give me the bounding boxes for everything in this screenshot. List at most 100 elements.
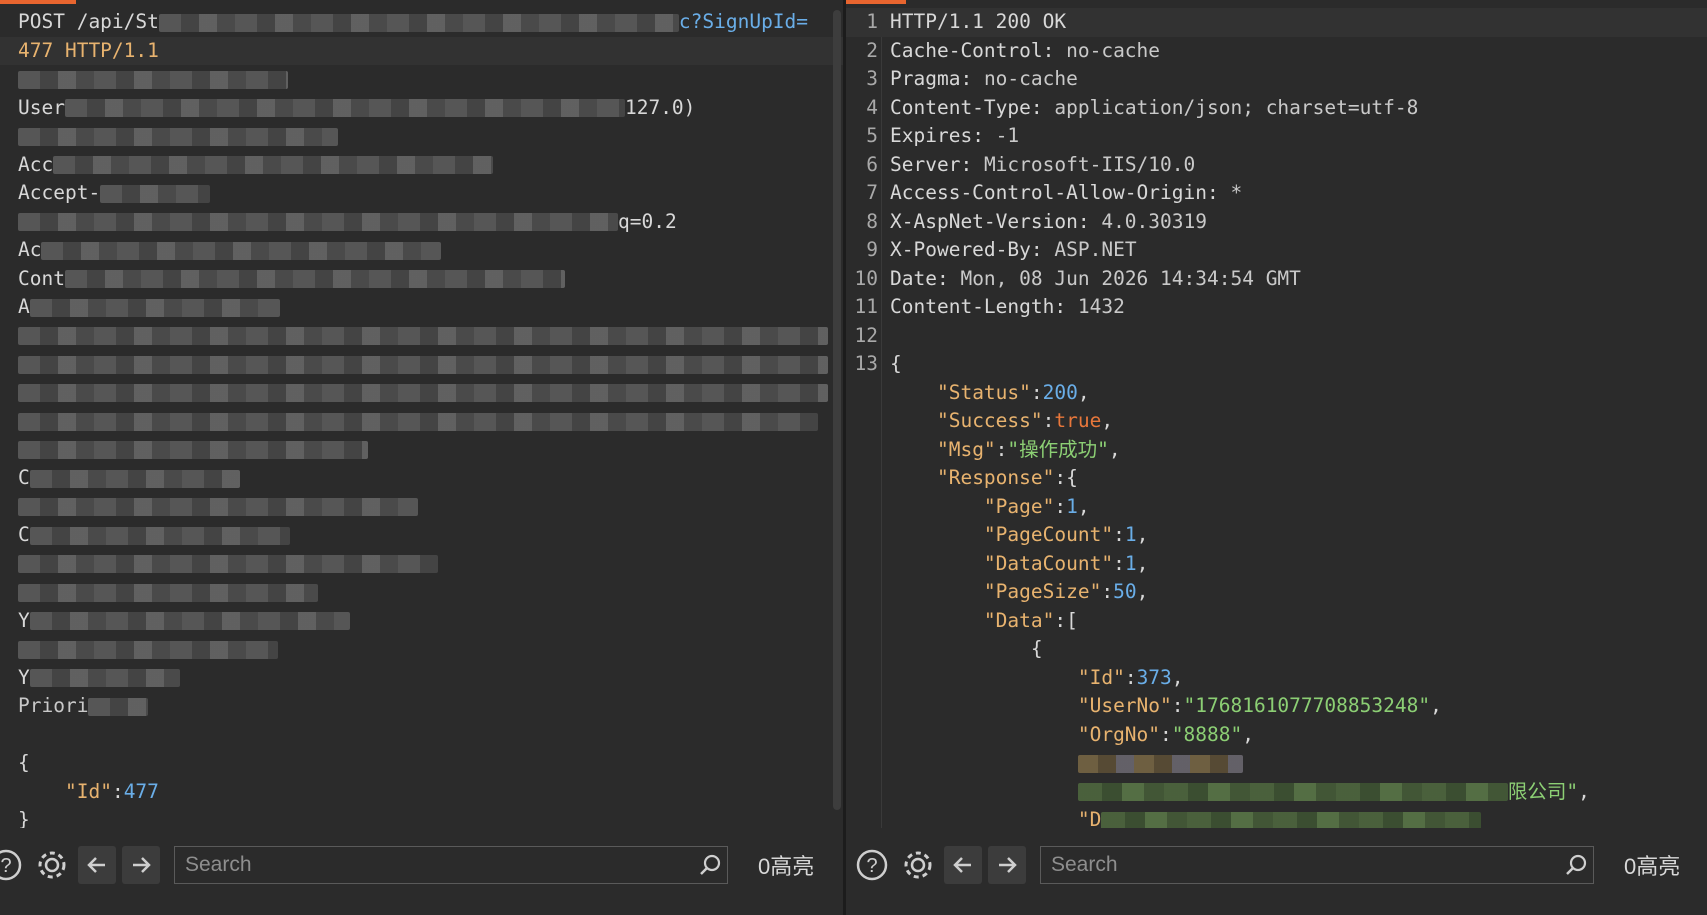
redacted-region: [64, 270, 565, 288]
header-name: X-AspNet-Version: [890, 209, 1078, 233]
next-match-button[interactable]: [122, 846, 160, 884]
redacted-region: [29, 298, 280, 317]
header-value-fragment: 127.0): [624, 95, 696, 119]
json-brace-open: {: [890, 352, 902, 375]
json-value-success: true: [1054, 409, 1102, 432]
redacted-region: [18, 583, 318, 602]
json-key-fragment: "D: [1077, 808, 1102, 828]
line-number: 12: [854, 323, 878, 347]
next-match-button[interactable]: [988, 846, 1026, 884]
json-value-id: 477: [123, 779, 159, 803]
header-value: no-cache: [1066, 38, 1161, 62]
json-value-orgno: "8888": [1171, 722, 1243, 746]
header-value: Microsoft-IIS/10.0: [983, 152, 1196, 176]
line-number: 7: [866, 181, 878, 204]
json-key-page: "Page": [983, 494, 1055, 518]
line-number: 13: [854, 352, 878, 375]
request-editor[interactable]: POST /api/St c?SignUpId= 477 HTTP/1.1 Use…: [0, 8, 843, 828]
request-search-input[interactable]: [175, 852, 693, 878]
redacted-region: [41, 241, 442, 260]
response-search-input[interactable]: [1041, 852, 1559, 878]
line-number: 11: [854, 295, 878, 318]
line-number: 8: [866, 209, 878, 233]
json-value-datacount: 1: [1124, 551, 1137, 575]
line-number: 1: [866, 10, 878, 33]
arrow-right-icon: [999, 857, 1017, 873]
json-key-status: "Status": [936, 380, 1031, 404]
header-name: Acc: [18, 152, 54, 176]
json-value-pagesize: 50: [1113, 580, 1137, 603]
json-key-orgno: "OrgNo": [1077, 722, 1161, 746]
request-scrollbar[interactable]: [833, 10, 841, 810]
redacted-region: [18, 640, 278, 659]
json-value-status: 200: [1042, 380, 1078, 404]
redacted-region: [88, 697, 149, 716]
header-name: User: [18, 95, 65, 119]
json-key-pagecount: "PageCount": [983, 523, 1114, 546]
help-icon[interactable]: ?: [852, 845, 892, 885]
redacted-region: [29, 526, 290, 545]
header-name: Access-Control-Allow-Origin: [890, 181, 1207, 204]
status-line: HTTP/1.1 200 OK: [890, 10, 1067, 33]
header-value: Mon, 08 Jun 2026 14:34:54 GMT: [960, 266, 1301, 290]
response-search-toolbar: ? 0高亮: [846, 832, 1707, 898]
header-value-fragment: q=0.2: [618, 209, 677, 233]
request-pane: POST /api/St c?SignUpId= 477 HTTP/1.1 Use…: [0, 0, 843, 915]
json-value-page: 1: [1066, 494, 1078, 518]
prev-match-button[interactable]: [944, 846, 982, 884]
redacted-region: [29, 612, 350, 630]
gear-icon[interactable]: [32, 845, 72, 885]
help-icon[interactable]: ?: [0, 845, 26, 885]
line-number: 9: [866, 238, 878, 261]
json-colon: :: [111, 779, 124, 803]
search-icon[interactable]: [693, 853, 727, 877]
response-tab-indicator: [846, 0, 906, 4]
header-name: Cache-Control: [890, 38, 1043, 62]
gear-icon[interactable]: [898, 845, 938, 885]
json-brace-open: {: [18, 751, 30, 774]
json-key-success: "Success": [936, 409, 1043, 432]
line-number: 4: [866, 95, 878, 119]
json-brace-close: }: [18, 808, 30, 828]
header-name: Priori: [18, 694, 89, 717]
json-value-fragment: 限公司": [1507, 779, 1579, 803]
response-editor[interactable]: 1 HTTP/1.1 200 OK 2 Cache-Control: no-cach…: [846, 8, 1707, 828]
header-value: *: [1230, 181, 1243, 204]
line-number: 2: [866, 38, 878, 62]
header-name: Y: [18, 665, 30, 689]
arrow-left-icon: [87, 857, 105, 873]
search-icon[interactable]: [1559, 853, 1593, 877]
header-name: Server: [890, 152, 961, 176]
json-key-pagesize: "PageSize": [983, 580, 1102, 603]
header-name: Cont: [18, 266, 65, 290]
header-name: Content-Length: [890, 295, 1055, 318]
redacted-region: [1077, 783, 1508, 801]
header-name: Y: [18, 608, 30, 632]
highlight-count: 0高亮: [758, 854, 815, 879]
header-value: no-cache: [983, 67, 1078, 90]
line-number: 10: [854, 266, 878, 290]
request-protocol-text: 477 HTTP/1.1: [18, 38, 159, 62]
response-search-field[interactable]: [1040, 846, 1594, 884]
header-value: -1: [995, 124, 1020, 147]
header-name: Accept-: [18, 181, 101, 204]
redacted-region: [29, 469, 240, 488]
json-key-id: "Id": [1077, 665, 1125, 689]
header-name: Ac: [18, 238, 42, 261]
redacted-region: [18, 498, 418, 516]
highlight-count: 0高亮: [1624, 854, 1681, 879]
redacted-region: [100, 184, 211, 203]
header-name: C: [18, 523, 30, 546]
arrow-right-icon: [133, 857, 151, 873]
header-value: 1432: [1077, 295, 1125, 318]
request-search-field[interactable]: [174, 846, 728, 884]
current-line-highlight: 1 HTTP/1.1 200 OK: [846, 8, 1707, 37]
prev-match-button[interactable]: [78, 846, 116, 884]
header-name: Expires: [890, 124, 973, 147]
header-value: ASP.NET: [1054, 238, 1137, 261]
redacted-region: [53, 156, 494, 174]
line-number: 6: [866, 152, 878, 176]
current-line-highlight: 477 HTTP/1.1: [0, 36, 843, 65]
header-name: Pragma: [890, 67, 961, 90]
json-key-userno: "UserNo": [1077, 694, 1172, 717]
